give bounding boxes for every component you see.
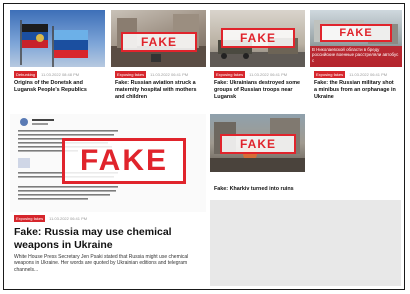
article-card-maternity[interactable]: FAKE Exposing fakes 11.03.2022 06:41 PM … xyxy=(111,10,206,110)
flags-image xyxy=(20,20,88,67)
article-thumbnail: FAKE В Николаевской области в бреду росс… xyxy=(310,10,402,67)
article-title[interactable]: Fake: Russian aviation struck a maternit… xyxy=(115,80,202,100)
category-badge[interactable]: Exposing fakes xyxy=(14,215,46,222)
article-title[interactable]: Origins of the Donetsk and Lugansk Peopl… xyxy=(14,80,101,94)
article-title[interactable]: Fake: Ukrainians destroyed some groups o… xyxy=(214,80,301,100)
article-date: 11.03.2022 06:41 PM xyxy=(150,72,189,77)
fake-stamp: FAKE xyxy=(62,138,186,184)
fake-stamp: FAKE xyxy=(121,32,197,52)
article-card-origins[interactable]: Debunking 11.03.2022 08:48 PM Origins of… xyxy=(10,10,105,110)
article-title[interactable]: Fake: the Russian military shot a minibu… xyxy=(314,80,398,100)
category-badge[interactable]: Exposing fakes xyxy=(214,71,246,78)
category-badge[interactable]: Debunking xyxy=(14,71,38,78)
fake-stamp: FAKE xyxy=(220,134,296,154)
category-badge[interactable]: Exposing fakes xyxy=(314,71,346,78)
article-card-minibus[interactable]: FAKE В Николаевской области в бреду росс… xyxy=(310,10,402,110)
article-title[interactable]: Fake: Russia may use chemical weapons in… xyxy=(14,226,202,251)
article-excerpt: White House Press Secretary Jen Psaki st… xyxy=(14,254,189,273)
article-date: 11.03.2022 06:41 PM xyxy=(49,216,88,221)
article-date: 11.03.2022 08:48 PM xyxy=(41,72,80,77)
article-thumbnail: FAKE xyxy=(210,114,305,172)
article-card-lugansk[interactable]: FAKE Exposing fakes 11.03.2022 06:41 PM … xyxy=(210,10,305,110)
article-thumbnail: FAKE xyxy=(210,10,305,67)
article-thumbnail: FAKE xyxy=(10,114,206,212)
overlay-caption: В Николаевской области в бреду российски… xyxy=(310,46,402,67)
article-title[interactable]: Fake: Kharkiv turned into ruins xyxy=(214,186,301,193)
article-date: 11.03.2022 06:41 PM xyxy=(349,72,388,77)
article-thumbnail: FAKE xyxy=(111,10,206,67)
empty-panel xyxy=(210,200,401,286)
fake-stamp: FAKE xyxy=(320,24,392,42)
fake-stamp: FAKE xyxy=(221,28,295,48)
article-thumbnail xyxy=(10,10,105,67)
category-badge[interactable]: Exposing fakes xyxy=(115,71,147,78)
article-card-kharkiv[interactable]: FAKE Fake: Kharkiv turned into ruins xyxy=(210,114,305,200)
article-card-chemical-weapons[interactable]: FAKE Exposing fakes 11.03.2022 06:41 PM … xyxy=(10,114,206,284)
article-date: 11.03.2022 06:41 PM xyxy=(249,72,288,77)
